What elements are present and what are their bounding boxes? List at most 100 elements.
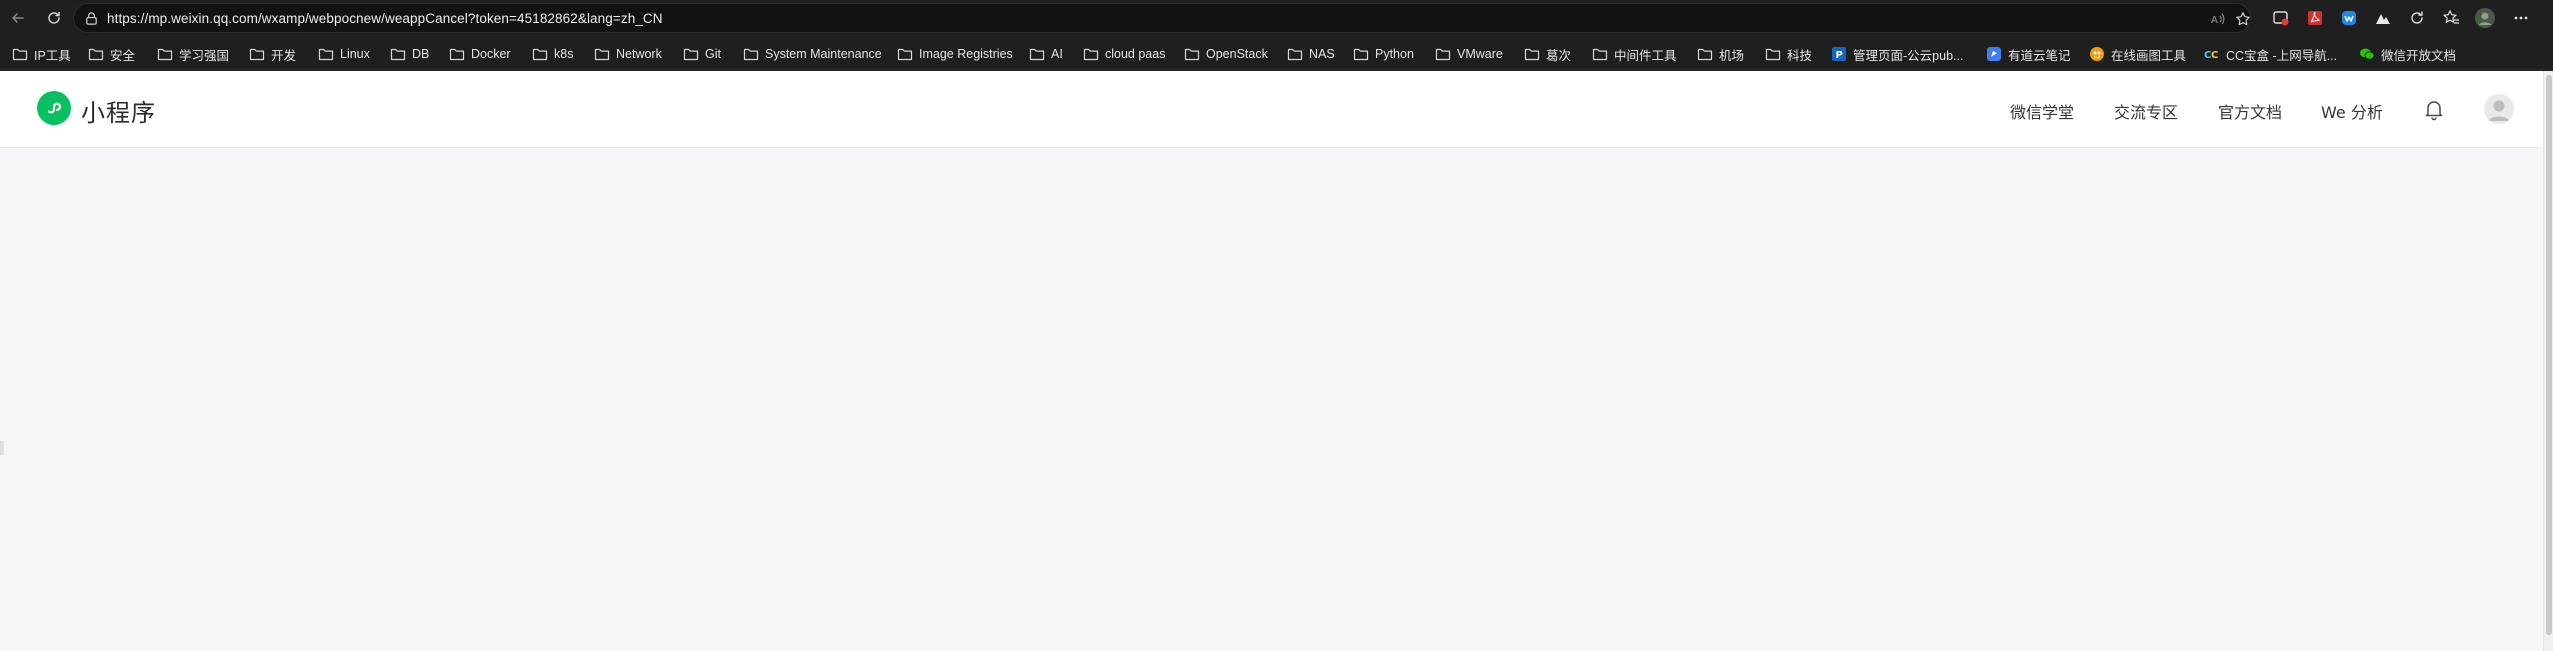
cc-navigator-icon: CC [2204,47,2220,61]
more-menu-button[interactable] [2510,7,2532,29]
bookmark-item[interactable]: 中间件工具 [1592,44,1677,64]
bookmark-label: 学习强国 [179,48,230,63]
bookmark-item[interactable]: cloud paas [1083,44,1165,64]
folder-icon [1765,47,1781,61]
extension-button-1[interactable] [2270,7,2292,29]
extension-button-5[interactable] [2406,7,2428,29]
bookmark-item[interactable]: AI [1029,44,1063,64]
folder-icon [318,47,334,61]
folder-icon [390,47,406,61]
folder-icon [1353,47,1369,61]
bookmark-label: 微信开放文档 [2381,48,2457,63]
page-content: 小程序 微信学堂 交流专区 官方文档 We 分析 [0,71,2553,651]
bookmark-item[interactable]: Image Registries [897,44,1013,64]
folder-icon [449,47,465,61]
bookmark-label: 机场 [1719,48,1745,63]
folder-icon [1435,47,1451,61]
bookmark-item[interactable]: NAS [1287,44,1335,64]
bookmark-item[interactable]: Network [594,44,662,64]
folder-icon [12,47,28,61]
bookmark-item[interactable]: IP工具 [12,44,71,64]
folder-icon [1184,47,1200,61]
extension-button-4[interactable] [2372,7,2394,29]
bookmark-label: Linux [340,47,370,61]
user-avatar[interactable] [2484,94,2514,124]
bookmark-item[interactable]: 在线画图工具 [2089,44,2186,64]
profile-avatar-icon [2475,8,2495,28]
bookmark-item[interactable]: Docker [449,44,511,64]
bookmark-item[interactable]: Git [683,44,721,64]
bookmark-item[interactable]: 学习强国 [157,44,229,64]
nav-link-wechat-academy[interactable]: 微信学堂 [2010,99,2074,123]
read-aloud-button[interactable]: A [2209,10,2227,28]
bookmark-label: cloud paas [1105,47,1166,61]
bookmark-item[interactable]: P 管理页面-公云pub... [1831,44,1963,64]
favorites-button[interactable] [2440,7,2462,29]
extension-button-2[interactable] [2304,7,2326,29]
folder-icon [1029,47,1045,61]
folder-icon [1083,47,1099,61]
bookmark-item[interactable]: k8s [532,44,573,64]
drawing-tool-icon [2089,47,2105,61]
svg-text:C: C [2211,50,2218,61]
youdao-note-icon [1986,47,2002,61]
folder-icon [1697,47,1713,61]
nav-link-community[interactable]: 交流专区 [2114,99,2178,123]
folder-icon [743,47,759,61]
bookmark-label: OpenStack [1206,47,1268,61]
bookmark-label: Image Registries [919,47,1013,61]
profile-button[interactable] [2474,7,2496,29]
bookmark-label: System Maintenance [765,47,882,61]
nav-link-official-docs[interactable]: 官方文档 [2218,99,2282,123]
scrollbar-thumb[interactable] [2546,75,2552,635]
bookmark-label: VMware [1457,47,1503,61]
bookmark-item[interactable]: 葛次 [1524,44,1571,64]
url-text[interactable]: https://mp.weixin.qq.com/wxamp/webpocnew… [107,11,663,26]
bookmark-item[interactable]: 安全 [88,44,135,64]
bookmark-label: NAS [1309,47,1335,61]
bookmark-item[interactable]: VMware [1435,44,1503,64]
folder-icon [1592,47,1608,61]
bookmark-item[interactable]: 科技 [1765,44,1812,64]
svg-text:A: A [2211,15,2218,26]
bookmark-item[interactable]: C C CC宝盒 -上网导航... [2204,44,2337,64]
bookmark-item[interactable]: Linux [318,44,370,64]
site-header: 小程序 微信学堂 交流专区 官方文档 We 分析 [0,71,2553,148]
bookmark-label: 管理页面-公云pub... [1853,48,1964,63]
bookmark-item[interactable]: 微信开放文档 [2359,44,2456,64]
screen-record-icon [2273,11,2289,26]
folder-icon [157,47,173,61]
bookmark-item[interactable]: 有道云笔记 [1986,44,2071,64]
bookmark-item[interactable]: OpenStack [1184,44,1268,64]
nav-link-we-analytics[interactable]: We 分析 [2321,99,2383,123]
arrow-left-icon [12,13,24,23]
bookmark-label: 葛次 [1546,48,1572,63]
bookmark-item[interactable]: Python [1353,44,1414,64]
bookmark-label: 在线画图工具 [2111,48,2187,63]
bookmark-label: AI [1051,47,1063,61]
more-horizontal-icon [2514,16,2528,20]
refresh-button[interactable] [42,6,66,30]
notification-bell-icon[interactable] [2422,97,2446,121]
bookmark-item[interactable]: DB [390,44,429,64]
bookmark-item[interactable]: System Maintenance [743,44,882,64]
page-scrollbar[interactable] [2543,71,2553,651]
side-panel-handle[interactable] [0,441,4,455]
bookmark-item[interactable]: 开发 [249,44,296,64]
shield-extension-icon [2342,11,2356,25]
favorite-star-button[interactable] [2234,10,2252,28]
folder-icon [683,47,699,61]
back-button[interactable] [6,6,30,30]
default-user-icon [2489,100,2509,121]
extension-button-3[interactable] [2338,7,2360,29]
address-bar[interactable]: https://mp.weixin.qq.com/wxamp/webpocnew… [73,3,2251,33]
mini-program-logo[interactable] [37,91,71,125]
browser-address-bar: https://mp.weixin.qq.com/wxamp/webpocnew… [0,0,2553,37]
folder-icon [897,47,913,61]
site-title[interactable]: 小程序 [81,93,156,128]
folder-icon [1287,47,1303,61]
svg-text:P: P [1836,50,1843,61]
bookmark-label: 中间件工具 [1614,48,1677,63]
bookmark-item[interactable]: 机场 [1697,44,1744,64]
pdf-icon [2308,11,2322,25]
